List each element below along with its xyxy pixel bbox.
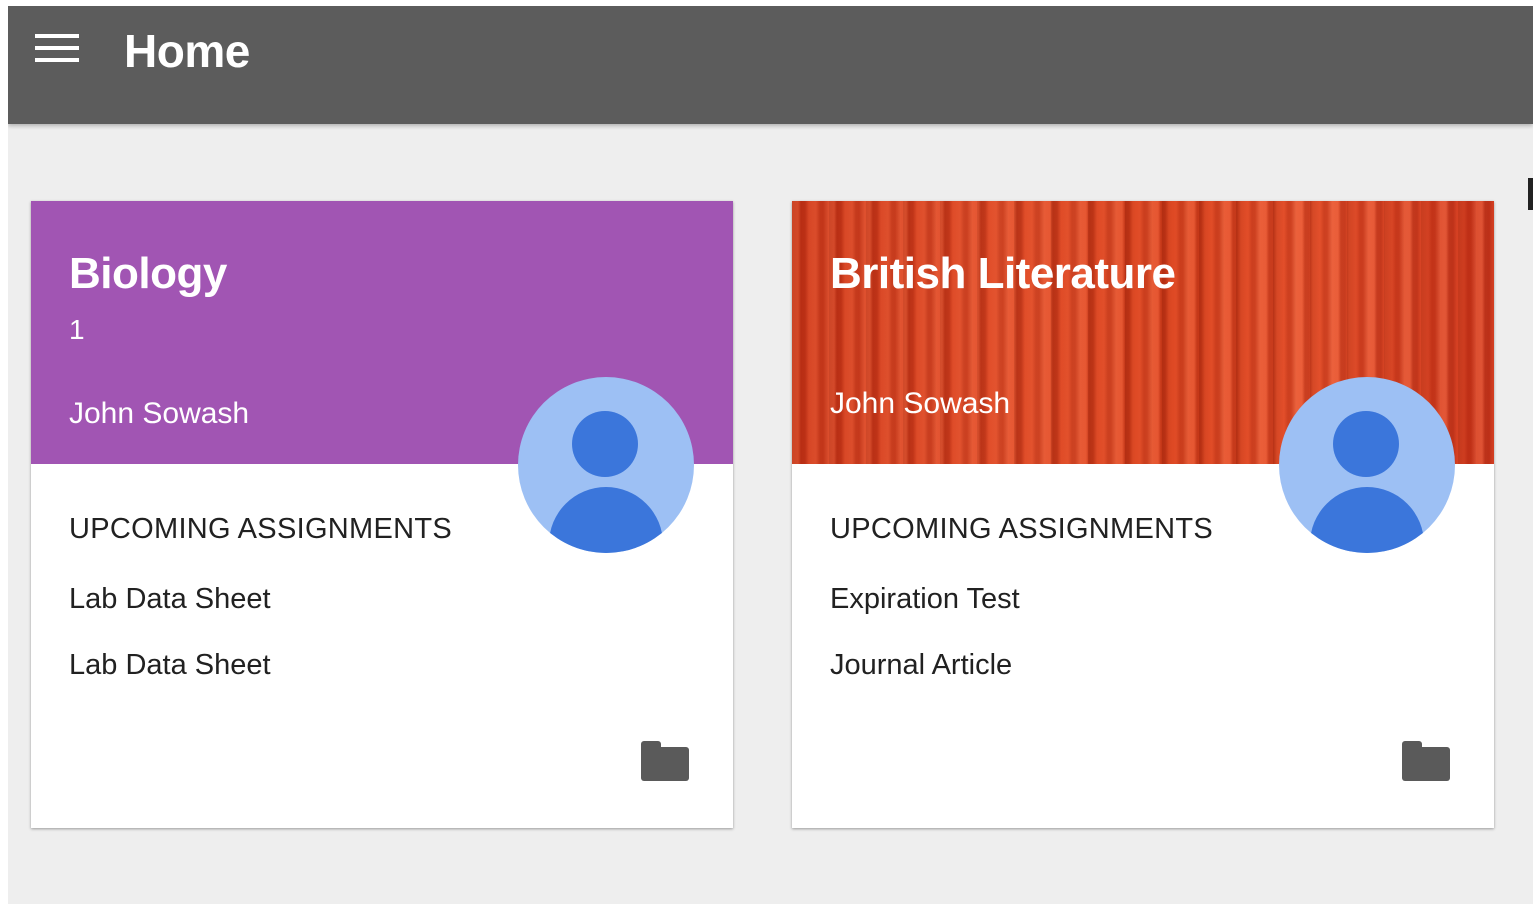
folder-icon-body <box>641 747 689 781</box>
person-avatar-icon <box>518 377 694 553</box>
app-bar: Home <box>8 6 1533 124</box>
class-card-biology[interactable]: Biology 1 John Sowash UPCOMING ASSIGNMEN… <box>31 201 733 828</box>
menu-icon[interactable] <box>35 34 79 64</box>
teacher-name: John Sowash <box>830 387 1011 420</box>
teacher-name: John Sowash <box>69 397 250 430</box>
scrollbar-edge[interactable] <box>1528 178 1533 210</box>
menu-icon-line <box>35 58 79 62</box>
person-avatar-icon <box>1279 377 1455 553</box>
page-title: Home <box>124 25 250 77</box>
avatar-head <box>1333 411 1399 477</box>
class-title[interactable]: British Literature <box>830 249 1176 299</box>
assignment-link[interactable]: Lab Data Sheet <box>69 649 271 682</box>
assignment-link[interactable]: Journal Article <box>830 649 1012 682</box>
assignment-link[interactable]: Expiration Test <box>830 583 1020 616</box>
assignment-link[interactable]: Lab Data Sheet <box>69 583 271 616</box>
class-section: 1 <box>69 314 85 345</box>
app-window: Home Biology 1 John Sowash UPCOMING ASSI… <box>8 6 1533 904</box>
folder-icon[interactable] <box>641 741 689 781</box>
menu-icon-line <box>35 34 79 38</box>
avatar-body <box>1310 487 1424 553</box>
folder-icon[interactable] <box>1402 741 1450 781</box>
class-title[interactable]: Biology <box>69 249 227 299</box>
upcoming-assignments-heading: UPCOMING ASSIGNMENTS <box>830 513 1214 545</box>
class-card-british-literature[interactable]: British Literature John Sowash UPCOMING … <box>792 201 1494 828</box>
menu-icon-line <box>35 46 79 50</box>
folder-icon-body <box>1402 747 1450 781</box>
upcoming-assignments-heading: UPCOMING ASSIGNMENTS <box>69 513 453 545</box>
avatar-head <box>572 411 638 477</box>
avatar-body <box>549 487 663 553</box>
